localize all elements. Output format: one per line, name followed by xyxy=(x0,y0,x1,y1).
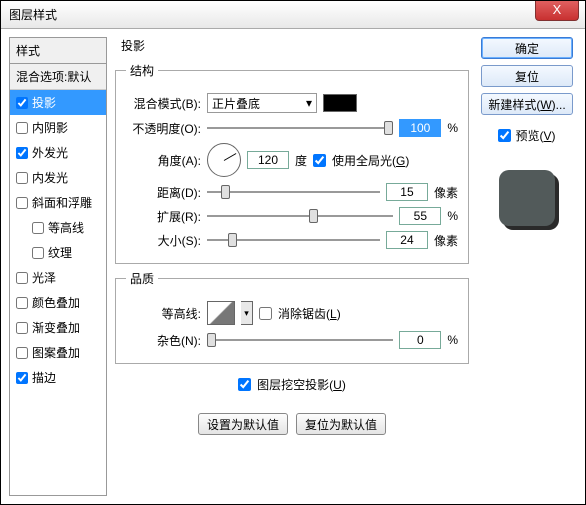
dialog-content: 样式 混合选项:默认 投影内阴影外发光内发光斜面和浮雕等高线纹理光泽颜色叠加渐变… xyxy=(1,29,585,504)
new-style-button[interactable]: 新建样式(W)... xyxy=(481,93,573,115)
style-label: 描边 xyxy=(32,369,56,386)
style-checkbox-9[interactable] xyxy=(16,322,28,334)
blend-mode-select[interactable]: 正片叠底 ▾ xyxy=(207,93,317,113)
spread-unit: % xyxy=(447,209,458,223)
sidebar-item-10[interactable]: 图案叠加 xyxy=(10,340,106,365)
size-unit: 像素 xyxy=(434,232,458,249)
style-label: 等高线 xyxy=(48,219,84,236)
opacity-input[interactable] xyxy=(399,119,441,137)
sidebar-item-0[interactable]: 投影 xyxy=(10,90,106,115)
sidebar-item-11[interactable]: 描边 xyxy=(10,365,106,390)
sidebar-item-9[interactable]: 渐变叠加 xyxy=(10,315,106,340)
global-light-label: 使用全局光(G) xyxy=(332,152,409,169)
effect-heading: 投影 xyxy=(115,37,469,54)
distance-input[interactable] xyxy=(386,183,428,201)
sidebar-item-2[interactable]: 外发光 xyxy=(10,140,106,165)
style-checkbox-4[interactable] xyxy=(16,197,28,209)
size-slider[interactable] xyxy=(207,231,380,249)
set-default-button[interactable]: 设置为默认值 xyxy=(198,413,288,435)
sidebar-item-5[interactable]: 等高线 xyxy=(10,215,106,240)
sidebar-item-7[interactable]: 光泽 xyxy=(10,265,106,290)
style-label: 颜色叠加 xyxy=(32,294,80,311)
opacity-slider[interactable] xyxy=(207,119,393,137)
shadow-color-swatch[interactable] xyxy=(323,94,357,112)
angle-label: 角度(A): xyxy=(126,152,201,169)
layer-style-dialog: 图层样式 X 样式 混合选项:默认 投影内阴影外发光内发光斜面和浮雕等高线纹理光… xyxy=(0,0,586,505)
sidebar-item-8[interactable]: 颜色叠加 xyxy=(10,290,106,315)
distance-slider[interactable] xyxy=(207,183,380,201)
preview-checkbox[interactable] xyxy=(498,129,511,142)
contour-picker[interactable] xyxy=(207,301,235,325)
style-label: 纹理 xyxy=(48,244,72,261)
global-light-checkbox[interactable] xyxy=(313,154,326,167)
main-panel: 投影 结构 混合模式(B): 正片叠底 ▾ 不透明度(O): % xyxy=(115,37,469,496)
spread-label: 扩展(R): xyxy=(126,208,201,225)
antialias-checkbox[interactable] xyxy=(259,307,272,320)
style-checkbox-1[interactable] xyxy=(16,122,28,134)
contour-label: 等高线: xyxy=(126,305,201,322)
sidebar-item-3[interactable]: 内发光 xyxy=(10,165,106,190)
style-checkbox-8[interactable] xyxy=(16,297,28,309)
style-checkbox-3[interactable] xyxy=(16,172,28,184)
style-checkbox-7[interactable] xyxy=(16,272,28,284)
size-input[interactable] xyxy=(386,231,428,249)
style-label: 内阴影 xyxy=(32,119,68,136)
blend-mode-label: 混合模式(B): xyxy=(126,95,201,112)
preview-label: 预览(V) xyxy=(515,127,555,144)
noise-input[interactable] xyxy=(399,331,441,349)
titlebar: 图层样式 X xyxy=(1,1,585,29)
noise-unit: % xyxy=(447,333,458,347)
style-label: 外发光 xyxy=(32,144,68,161)
opacity-unit: % xyxy=(447,121,458,135)
style-checkbox-10[interactable] xyxy=(16,347,28,359)
angle-dial[interactable] xyxy=(207,143,241,177)
knockout-label: 图层挖空投影(U) xyxy=(257,376,346,393)
sidebar-item-1[interactable]: 内阴影 xyxy=(10,115,106,140)
sidebar-item-6[interactable]: 纹理 xyxy=(10,240,106,265)
style-label: 光泽 xyxy=(32,269,56,286)
close-button[interactable]: X xyxy=(535,1,579,21)
reset-default-button[interactable]: 复位为默认值 xyxy=(296,413,386,435)
style-checkbox-11[interactable] xyxy=(16,372,28,384)
structure-legend: 结构 xyxy=(126,62,158,79)
distance-unit: 像素 xyxy=(434,184,458,201)
window-title: 图层样式 xyxy=(9,6,57,23)
spread-slider[interactable] xyxy=(207,207,393,225)
preview-box xyxy=(489,160,565,236)
preview-shape xyxy=(499,170,555,226)
quality-legend: 品质 xyxy=(126,270,158,287)
chevron-down-icon: ▾ xyxy=(306,96,312,110)
style-checkbox-5[interactable] xyxy=(32,222,44,234)
ok-button[interactable]: 确定 xyxy=(481,37,573,59)
knockout-checkbox[interactable] xyxy=(238,378,251,391)
sidebar-header: 样式 xyxy=(10,38,106,64)
styles-sidebar: 样式 混合选项:默认 投影内阴影外发光内发光斜面和浮雕等高线纹理光泽颜色叠加渐变… xyxy=(9,37,107,496)
quality-group: 品质 等高线: ▾ 消除锯齿(L) 杂色(N): % xyxy=(115,270,469,364)
style-label: 斜面和浮雕 xyxy=(32,194,92,211)
angle-input[interactable] xyxy=(247,151,289,169)
style-checkbox-0[interactable] xyxy=(16,97,28,109)
right-panel: 确定 复位 新建样式(W)... 预览(V) xyxy=(477,37,577,496)
style-checkbox-6[interactable] xyxy=(32,247,44,259)
blending-options-row[interactable]: 混合选项:默认 xyxy=(10,64,106,90)
style-checkbox-2[interactable] xyxy=(16,147,28,159)
sidebar-item-4[interactable]: 斜面和浮雕 xyxy=(10,190,106,215)
contour-dropdown[interactable]: ▾ xyxy=(241,301,253,325)
style-label: 渐变叠加 xyxy=(32,319,80,336)
spread-input[interactable] xyxy=(399,207,441,225)
angle-unit: 度 xyxy=(295,152,307,169)
style-label: 内发光 xyxy=(32,169,68,186)
size-label: 大小(S): xyxy=(126,232,201,249)
antialias-label: 消除锯齿(L) xyxy=(278,305,341,322)
noise-label: 杂色(N): xyxy=(126,332,201,349)
style-label: 投影 xyxy=(32,94,56,111)
style-label: 图案叠加 xyxy=(32,344,80,361)
noise-slider[interactable] xyxy=(207,331,393,349)
opacity-label: 不透明度(O): xyxy=(126,120,201,137)
structure-group: 结构 混合模式(B): 正片叠底 ▾ 不透明度(O): % 角度( xyxy=(115,62,469,264)
distance-label: 距离(D): xyxy=(126,184,201,201)
cancel-button[interactable]: 复位 xyxy=(481,65,573,87)
